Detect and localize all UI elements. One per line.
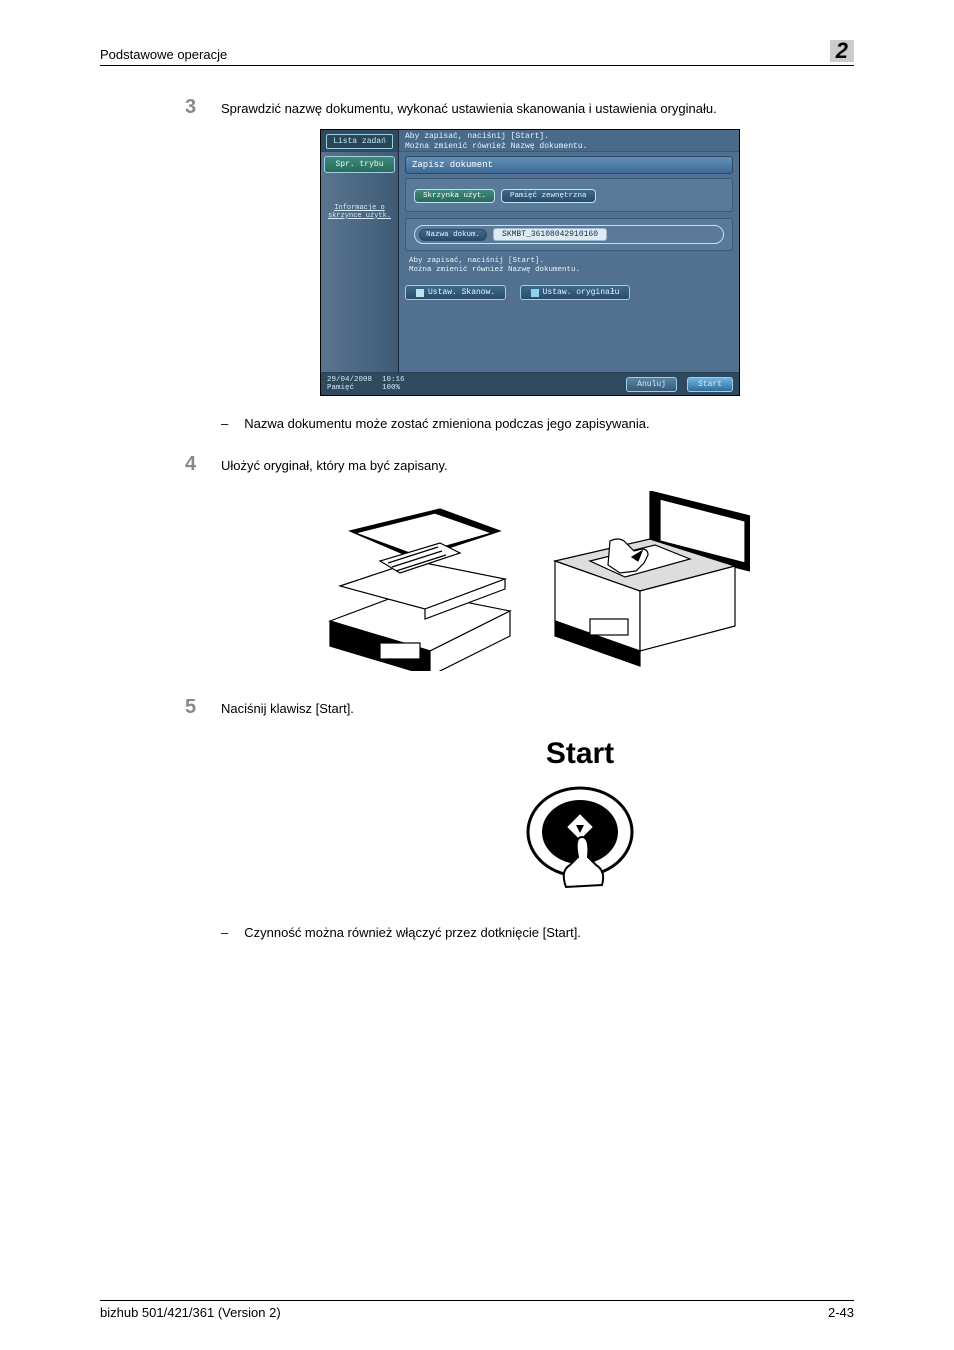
step-text: Naciśnij klawisz [Start]. [221,700,354,718]
header-title: Podstawowe operacje [100,47,227,62]
start-label: Start [505,737,655,771]
ustaw-skanow-label: Ustaw. Skanow. [428,288,495,297]
step-4: 4 Ułożyć oryginał, który ma być zapisany… [185,453,854,476]
tab-skrzynka-uzyt[interactable]: Skrzynka użyt. [414,189,495,203]
tab-lista-zadan[interactable]: Lista zadań [321,130,399,152]
lcd-screenshot: Lista zadań Aby zapisać, naciśnij [Start… [320,129,740,396]
footer-date: 29/04/2008 Pamięć [327,376,372,392]
step-number: 4 [185,453,221,476]
note-text: Czynność można również włączyć przez dot… [244,925,581,940]
doc-name-button[interactable]: Nazwa dokum. [419,229,487,241]
hint-mid-2: Można zmienić również Nazwę dokumentu. [409,266,733,275]
step-number: 5 [185,696,221,719]
ustaw-skanow-button[interactable]: Ustaw. Skanow. [405,285,506,300]
info-skrzynka-link[interactable]: Informacje o skrzynce użytk. [324,205,395,220]
settings-buttons-row: Ustaw. Skanow. Ustaw. oryginału [405,285,733,300]
step-text: Ułożyć oryginał, który ma być zapisany. [221,457,448,475]
anuluj-button[interactable]: Anuluj [626,377,677,392]
start-button-illustration [520,777,640,897]
step-5: 5 Naciśnij klawisz [Start]. [185,696,854,719]
scan-icon [416,289,424,297]
tab-lista-zadan-label: Lista zadań [326,134,393,149]
side-panel: Spr. trybu Informacje o skrzynce użytk. [321,152,399,372]
storage-tabs-panel: Skrzynka użyt. Pamięć zewnętrzna [405,178,733,212]
start-button-figure: Start [505,737,655,897]
doc-name-value: SKMBT_36108042910160 [493,228,607,241]
tab-pamiec-zewnetrzna[interactable]: Pamięć zewnętrzna [501,189,596,203]
hint-mid-1: Aby zapisać, naciśnij [Start]. [409,257,733,266]
hint-top: Aby zapisać, naciśnij [Start]. Można zmi… [399,130,739,152]
dash: – [221,416,228,431]
footer-right: 2-43 [828,1305,854,1320]
page-header: Podstawowe operacje 2 [100,40,854,66]
start-button[interactable]: Start [687,377,733,392]
hint-line2: Można zmienić również Nazwę dokumentu. [405,142,733,152]
doc-name-panel: Nazwa dokum. SKMBT_36108042910160 [405,218,733,251]
footer-left: bizhub 501/421/361 (Version 2) [100,1305,281,1320]
step-3-note: – Nazwa dokumentu może zostać zmieniona p… [221,416,854,431]
printer-adf-illustration [320,491,520,671]
note-text: Nazwa dokumentu może zostać zmieniona po… [244,416,649,431]
ustaw-oryginalu-button[interactable]: Ustaw. oryginału [520,285,631,300]
original-icon [531,289,539,297]
dash: – [221,925,228,940]
lcd-footer: 29/04/2008 Pamięć 10:16 100% Anuluj Star… [321,372,739,395]
hint-mid: Aby zapisać, naciśnij [Start]. Można zmi… [409,257,733,275]
step-3: 3 Sprawdzić nazwę dokumentu, wykonać ust… [185,96,854,119]
ustaw-oryginalu-label: Ustaw. oryginału [543,288,620,297]
spr-trybu-button[interactable]: Spr. trybu [324,156,395,173]
chapter-number: 2 [830,40,854,62]
footer-time: 10:16 100% [382,376,405,392]
step-text: Sprawdzić nazwę dokumentu, wykonać ustaw… [221,100,717,118]
hint-line1: Aby zapisać, naciśnij [Start]. [405,132,733,142]
illustration-row [320,491,854,671]
panel-title: Zapisz dokument [405,156,733,174]
step-number: 3 [185,96,221,119]
page-footer: bizhub 501/421/361 (Version 2) 2-43 [100,1300,854,1320]
step-5-note: – Czynność można również włączyć przez do… [221,925,854,940]
printer-flatbed-illustration [550,491,750,671]
